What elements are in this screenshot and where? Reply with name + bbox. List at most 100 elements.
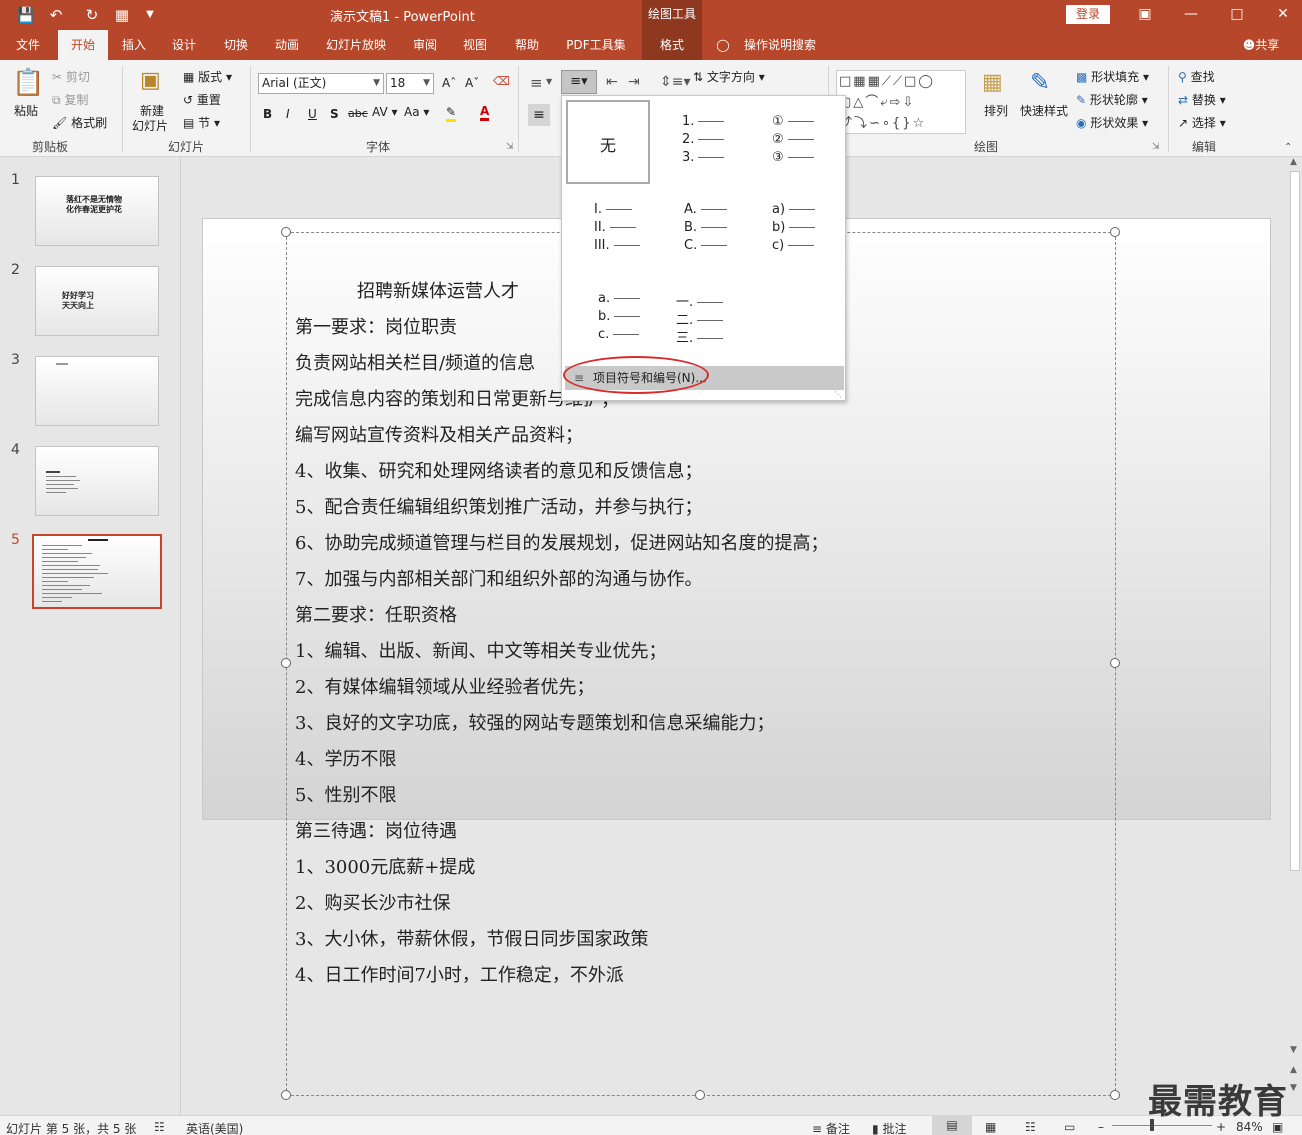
align-left-icon[interactable]: ≡ xyxy=(528,104,550,126)
vertical-scrollbar[interactable]: ▲ ▼ ▲ ▼ xyxy=(1288,157,1302,1115)
slide-thumbnail-4[interactable] xyxy=(35,446,159,516)
reset-button[interactable]: ↺ 重置 xyxy=(183,91,221,108)
char-spacing-icon[interactable]: AV ▾ xyxy=(372,105,398,119)
paste-button[interactable]: 粘贴 xyxy=(14,102,38,119)
quick-styles-button[interactable]: 快速样式 xyxy=(1020,102,1068,119)
language-status[interactable]: 英语(美国) xyxy=(186,1120,243,1135)
copy-button[interactable]: ⧉ 复制 xyxy=(52,91,88,108)
drawing-dialog-launcher-icon[interactable]: ⇲ xyxy=(1152,142,1160,152)
new-slide-button-line2[interactable]: 幻灯片 xyxy=(132,117,168,134)
collapse-ribbon-icon[interactable]: ⌃ xyxy=(1284,142,1292,153)
resize-handle[interactable] xyxy=(695,1090,705,1100)
text-direction-button[interactable]: ⇅ 文字方向 ▾ xyxy=(693,68,765,85)
resize-grip-icon[interactable]: ⋱ xyxy=(834,390,842,399)
numbering-lower-alpha-paren-option[interactable]: a) b) c) xyxy=(772,202,858,288)
numbering-circled-option[interactable]: ① ② ③ xyxy=(772,114,858,200)
zoom-out-icon[interactable]: – xyxy=(1098,1120,1104,1134)
accessibility-icon[interactable]: ☷ xyxy=(154,1120,165,1134)
shape-fill-button[interactable]: ▩ 形状填充 ▾ xyxy=(1076,68,1149,85)
replace-button[interactable]: ⇄ 替换 ▾ xyxy=(1178,91,1226,108)
slide-thumbnail-1[interactable]: 落红不是无情物 化作春泥更护花 xyxy=(35,176,159,246)
tab-file[interactable]: 文件 xyxy=(6,30,50,60)
slide-thumbnail-2[interactable]: 好好学习 天天向上 xyxy=(35,266,159,336)
paste-icon[interactable]: 📋 xyxy=(12,68,44,98)
change-case-icon[interactable]: Aa ▾ xyxy=(404,105,429,119)
shape-effects-button[interactable]: ◉ 形状效果 ▾ xyxy=(1076,114,1148,131)
share-button[interactable]: ☻共享 xyxy=(1236,30,1286,60)
new-slide-icon[interactable]: ▣ xyxy=(140,68,161,93)
tab-format[interactable]: 格式 xyxy=(642,30,702,60)
numbering-upper-alpha-option[interactable]: A. B. C. xyxy=(684,202,770,288)
font-dialog-launcher-icon[interactable]: ⇲ xyxy=(506,142,514,152)
comments-button[interactable]: ▮ 批注 xyxy=(872,1120,906,1135)
bullets-icon[interactable]: ≡ xyxy=(530,74,543,92)
tab-review[interactable]: 审阅 xyxy=(403,30,447,60)
tab-transitions[interactable]: 切换 xyxy=(214,30,258,60)
numbering-none-option[interactable]: 无 xyxy=(566,100,650,184)
scroll-down-icon[interactable]: ▼ xyxy=(1290,1045,1297,1055)
resize-handle[interactable] xyxy=(1110,227,1120,237)
select-button[interactable]: ↗ 选择 ▾ xyxy=(1178,114,1226,131)
arrange-button[interactable]: 排列 xyxy=(984,102,1008,119)
tab-home[interactable]: 开始 xyxy=(58,30,108,60)
slide-sorter-icon[interactable]: ▦ xyxy=(985,1120,996,1134)
layout-button[interactable]: ▦ 版式 ▾ xyxy=(183,68,232,85)
resize-handle[interactable] xyxy=(281,1090,291,1100)
normal-view-icon[interactable]: ▤ xyxy=(932,1116,972,1135)
resize-handle[interactable] xyxy=(1110,1090,1120,1100)
underline-icon[interactable]: U xyxy=(308,107,317,121)
quick-styles-icon[interactable]: ✎ xyxy=(1030,68,1050,96)
next-slide-icon[interactable]: ▼ xyxy=(1290,1083,1297,1093)
tab-design[interactable]: 设计 xyxy=(162,30,206,60)
find-button[interactable]: ⚲ 查找 xyxy=(1178,68,1215,85)
previous-slide-icon[interactable]: ▲ xyxy=(1290,1065,1297,1075)
highlight-icon[interactable]: ✎ xyxy=(446,105,457,122)
tell-me-search[interactable]: 操作说明搜索 xyxy=(740,30,820,60)
resize-handle[interactable] xyxy=(1110,658,1120,668)
chevron-down-icon[interactable]: ▼ xyxy=(546,77,552,86)
tab-pdf-tools[interactable]: PDF工具集 xyxy=(558,30,634,60)
slide-thumbnail-3[interactable] xyxy=(35,356,159,426)
font-size-combo[interactable]: 18 ▼ xyxy=(386,73,434,94)
slide-thumbnail-5[interactable] xyxy=(32,534,162,609)
tab-view[interactable]: 视图 xyxy=(453,30,497,60)
cut-button[interactable]: ✂ 剪切 xyxy=(52,68,90,85)
redo-icon[interactable]: ↻ xyxy=(82,5,102,25)
bold-icon[interactable]: B xyxy=(263,107,272,121)
minimize-icon[interactable]: — xyxy=(1180,3,1202,25)
customize-qat-icon[interactable]: ▼ xyxy=(140,5,160,25)
shape-outline-button[interactable]: ✎ 形状轮廓 ▾ xyxy=(1076,91,1148,108)
notes-button[interactable]: ≡ 备注 xyxy=(812,1120,850,1135)
tab-slideshow[interactable]: 幻灯片放映 xyxy=(320,30,392,60)
zoom-slider[interactable] xyxy=(1112,1125,1212,1126)
undo-icon[interactable]: ↶ xyxy=(46,5,66,25)
tab-help[interactable]: 帮助 xyxy=(505,30,549,60)
format-painter-button[interactable]: 🖌 格式刷 xyxy=(52,114,107,131)
resize-handle[interactable] xyxy=(281,658,291,668)
ribbon-display-icon[interactable]: ▣ xyxy=(1134,3,1156,25)
font-color-icon[interactable]: A xyxy=(480,104,490,121)
grow-font-icon[interactable]: Aˆ xyxy=(442,76,456,90)
increase-indent-icon[interactable]: ⇥ xyxy=(628,74,640,90)
save-icon[interactable]: 💾 xyxy=(16,5,36,25)
numbering-roman-option[interactable]: I. II. III. xyxy=(594,202,680,288)
login-button[interactable]: 登录 xyxy=(1066,5,1110,24)
close-icon[interactable]: ✕ xyxy=(1272,3,1294,25)
present-icon[interactable]: ▦ xyxy=(112,5,132,25)
arrange-icon[interactable]: ▦ xyxy=(982,70,1003,95)
strikethrough-icon[interactable]: abc xyxy=(348,107,368,120)
scrollbar-thumb[interactable] xyxy=(1290,171,1300,871)
scroll-up-icon[interactable]: ▲ xyxy=(1290,157,1297,167)
shrink-font-icon[interactable]: Aˇ xyxy=(465,76,479,90)
shadow-icon[interactable]: S xyxy=(330,107,339,121)
font-name-combo[interactable]: Arial (正文) ▼ xyxy=(258,73,384,94)
tab-insert[interactable]: 插入 xyxy=(112,30,156,60)
decrease-indent-icon[interactable]: ⇤ xyxy=(606,74,618,90)
clear-format-icon[interactable]: ⌫ xyxy=(493,74,510,88)
line-spacing-icon[interactable]: ⇕≡▾ xyxy=(660,74,691,90)
maximize-icon[interactable]: □ xyxy=(1226,3,1248,25)
numbering-button[interactable]: ≡▾ xyxy=(561,70,597,94)
slideshow-view-icon[interactable]: ▭ xyxy=(1064,1120,1075,1134)
reading-view-icon[interactable]: ☷ xyxy=(1025,1120,1036,1134)
resize-handle[interactable] xyxy=(281,227,291,237)
